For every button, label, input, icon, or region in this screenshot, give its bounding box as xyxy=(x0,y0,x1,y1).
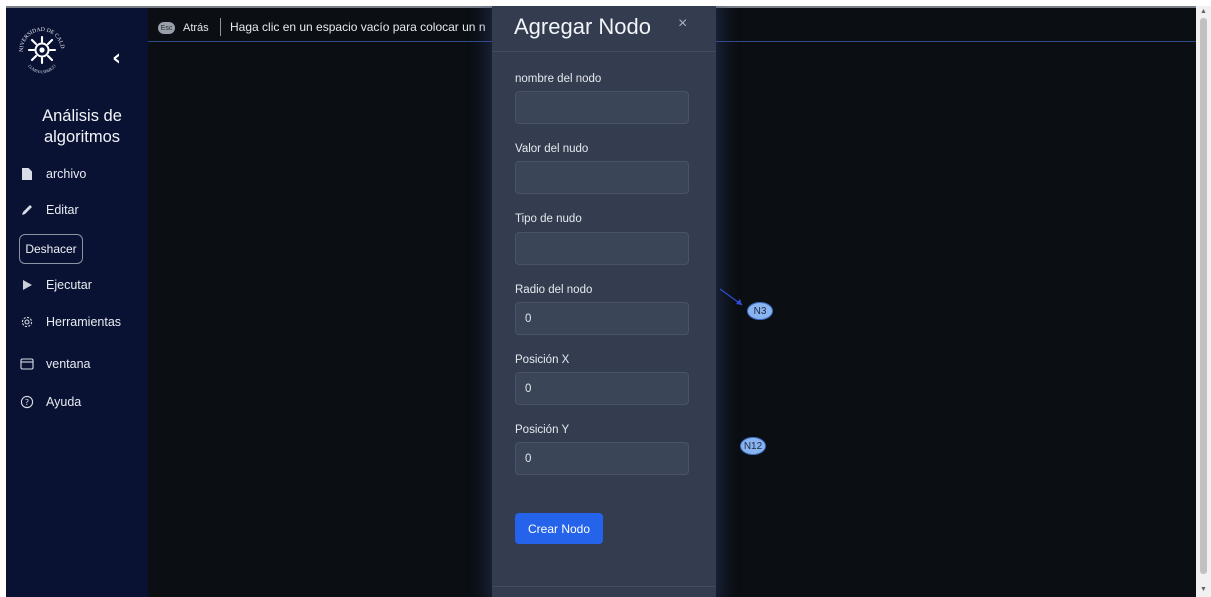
sidebar-item-ventana[interactable]: ventana xyxy=(20,353,90,375)
node-name-label: nombre del nodo xyxy=(515,73,602,85)
sidebar-item-archivo[interactable]: archivo xyxy=(20,163,86,185)
back-label: Atrás xyxy=(183,22,209,34)
node-name-input[interactable] xyxy=(515,91,689,124)
position-y-input[interactable] xyxy=(515,442,689,475)
node-value-label: Valor del nudo xyxy=(515,143,589,155)
close-icon[interactable]: × xyxy=(678,15,687,33)
scroll-up-arrow-icon[interactable]: ▲ xyxy=(1200,8,1207,15)
node-radius-input[interactable] xyxy=(515,302,689,335)
esc-key-badge: Esc xyxy=(158,22,175,34)
sidebar-item-ayuda[interactable]: ? Ayuda xyxy=(20,391,81,413)
node-type-label: Tipo de nudo xyxy=(515,213,582,225)
sidebar-item-label: Ayuda xyxy=(46,395,82,409)
undo-button[interactable]: Deshacer xyxy=(19,234,83,264)
node-type-input[interactable] xyxy=(515,232,689,265)
add-node-modal: Agregar Nodo × nombre del nodo Valor del… xyxy=(492,6,716,597)
scroll-down-arrow-icon[interactable]: ▼ xyxy=(1200,586,1207,593)
position-x-label: Posición X xyxy=(515,354,570,366)
app-title: Análisis de algoritmos xyxy=(42,107,122,146)
scrollbar-thumb[interactable] xyxy=(1200,18,1207,574)
app-window: UNIVERSIDAD DE CALDAS LUMINA SPARGO ‹ An… xyxy=(6,6,1196,597)
modal-header: Agregar Nodo × xyxy=(492,6,716,52)
modal-footer-divider xyxy=(492,586,716,587)
sidebar-item-label: ventana xyxy=(46,357,91,371)
create-node-button[interactable]: Crear Nodo xyxy=(515,513,603,544)
back-button[interactable]: Esc Atrás xyxy=(158,18,209,38)
sidebar-item-herramientas[interactable]: Herramientas xyxy=(20,311,121,333)
position-y-label: Posición Y xyxy=(515,424,570,436)
graph-node-n3[interactable]: N3 xyxy=(747,302,773,320)
modal-title: Agregar Nodo xyxy=(514,14,651,39)
sidebar-item-label: Herramientas xyxy=(46,315,122,329)
university-logo: UNIVERSIDAD DE CALDAS LUMINA SPARGO xyxy=(16,20,65,75)
node-value-input[interactable] xyxy=(515,161,689,194)
canvas-hint-text: Haga clic en un espacio vacío para coloc… xyxy=(230,20,486,34)
graph-node-n12[interactable]: N12 xyxy=(740,437,766,455)
sidebar-item-editar[interactable]: Editar xyxy=(20,199,79,221)
svg-text:LUMINA SPARGO: LUMINA SPARGO xyxy=(27,63,57,75)
pencil-icon xyxy=(22,205,32,215)
toolbar-divider xyxy=(220,18,221,36)
sidebar-item-label: archivo xyxy=(46,167,87,181)
svg-text:?: ? xyxy=(25,398,29,407)
sidebar-item-label: Ejecutar xyxy=(46,278,92,292)
collapse-sidebar-icon[interactable]: ‹ xyxy=(112,48,130,70)
svg-text:UNIVERSIDAD DE CALDAS: UNIVERSIDAD DE CALDAS xyxy=(16,20,65,52)
sidebar-item-ejecutar[interactable]: Ejecutar xyxy=(20,274,92,296)
window-icon xyxy=(20,358,34,370)
play-icon xyxy=(23,280,32,290)
sidebar-item-label: Editar xyxy=(46,203,79,217)
help-icon: ? xyxy=(20,395,34,409)
page-scrollbar[interactable]: ▲ ▼ xyxy=(1196,6,1211,597)
node-radius-label: Radio del nodo xyxy=(515,284,593,296)
file-icon xyxy=(22,168,32,180)
gear-icon xyxy=(21,316,33,328)
sidebar: UNIVERSIDAD DE CALDAS LUMINA SPARGO ‹ An… xyxy=(6,8,148,597)
position-x-input[interactable] xyxy=(515,372,689,405)
